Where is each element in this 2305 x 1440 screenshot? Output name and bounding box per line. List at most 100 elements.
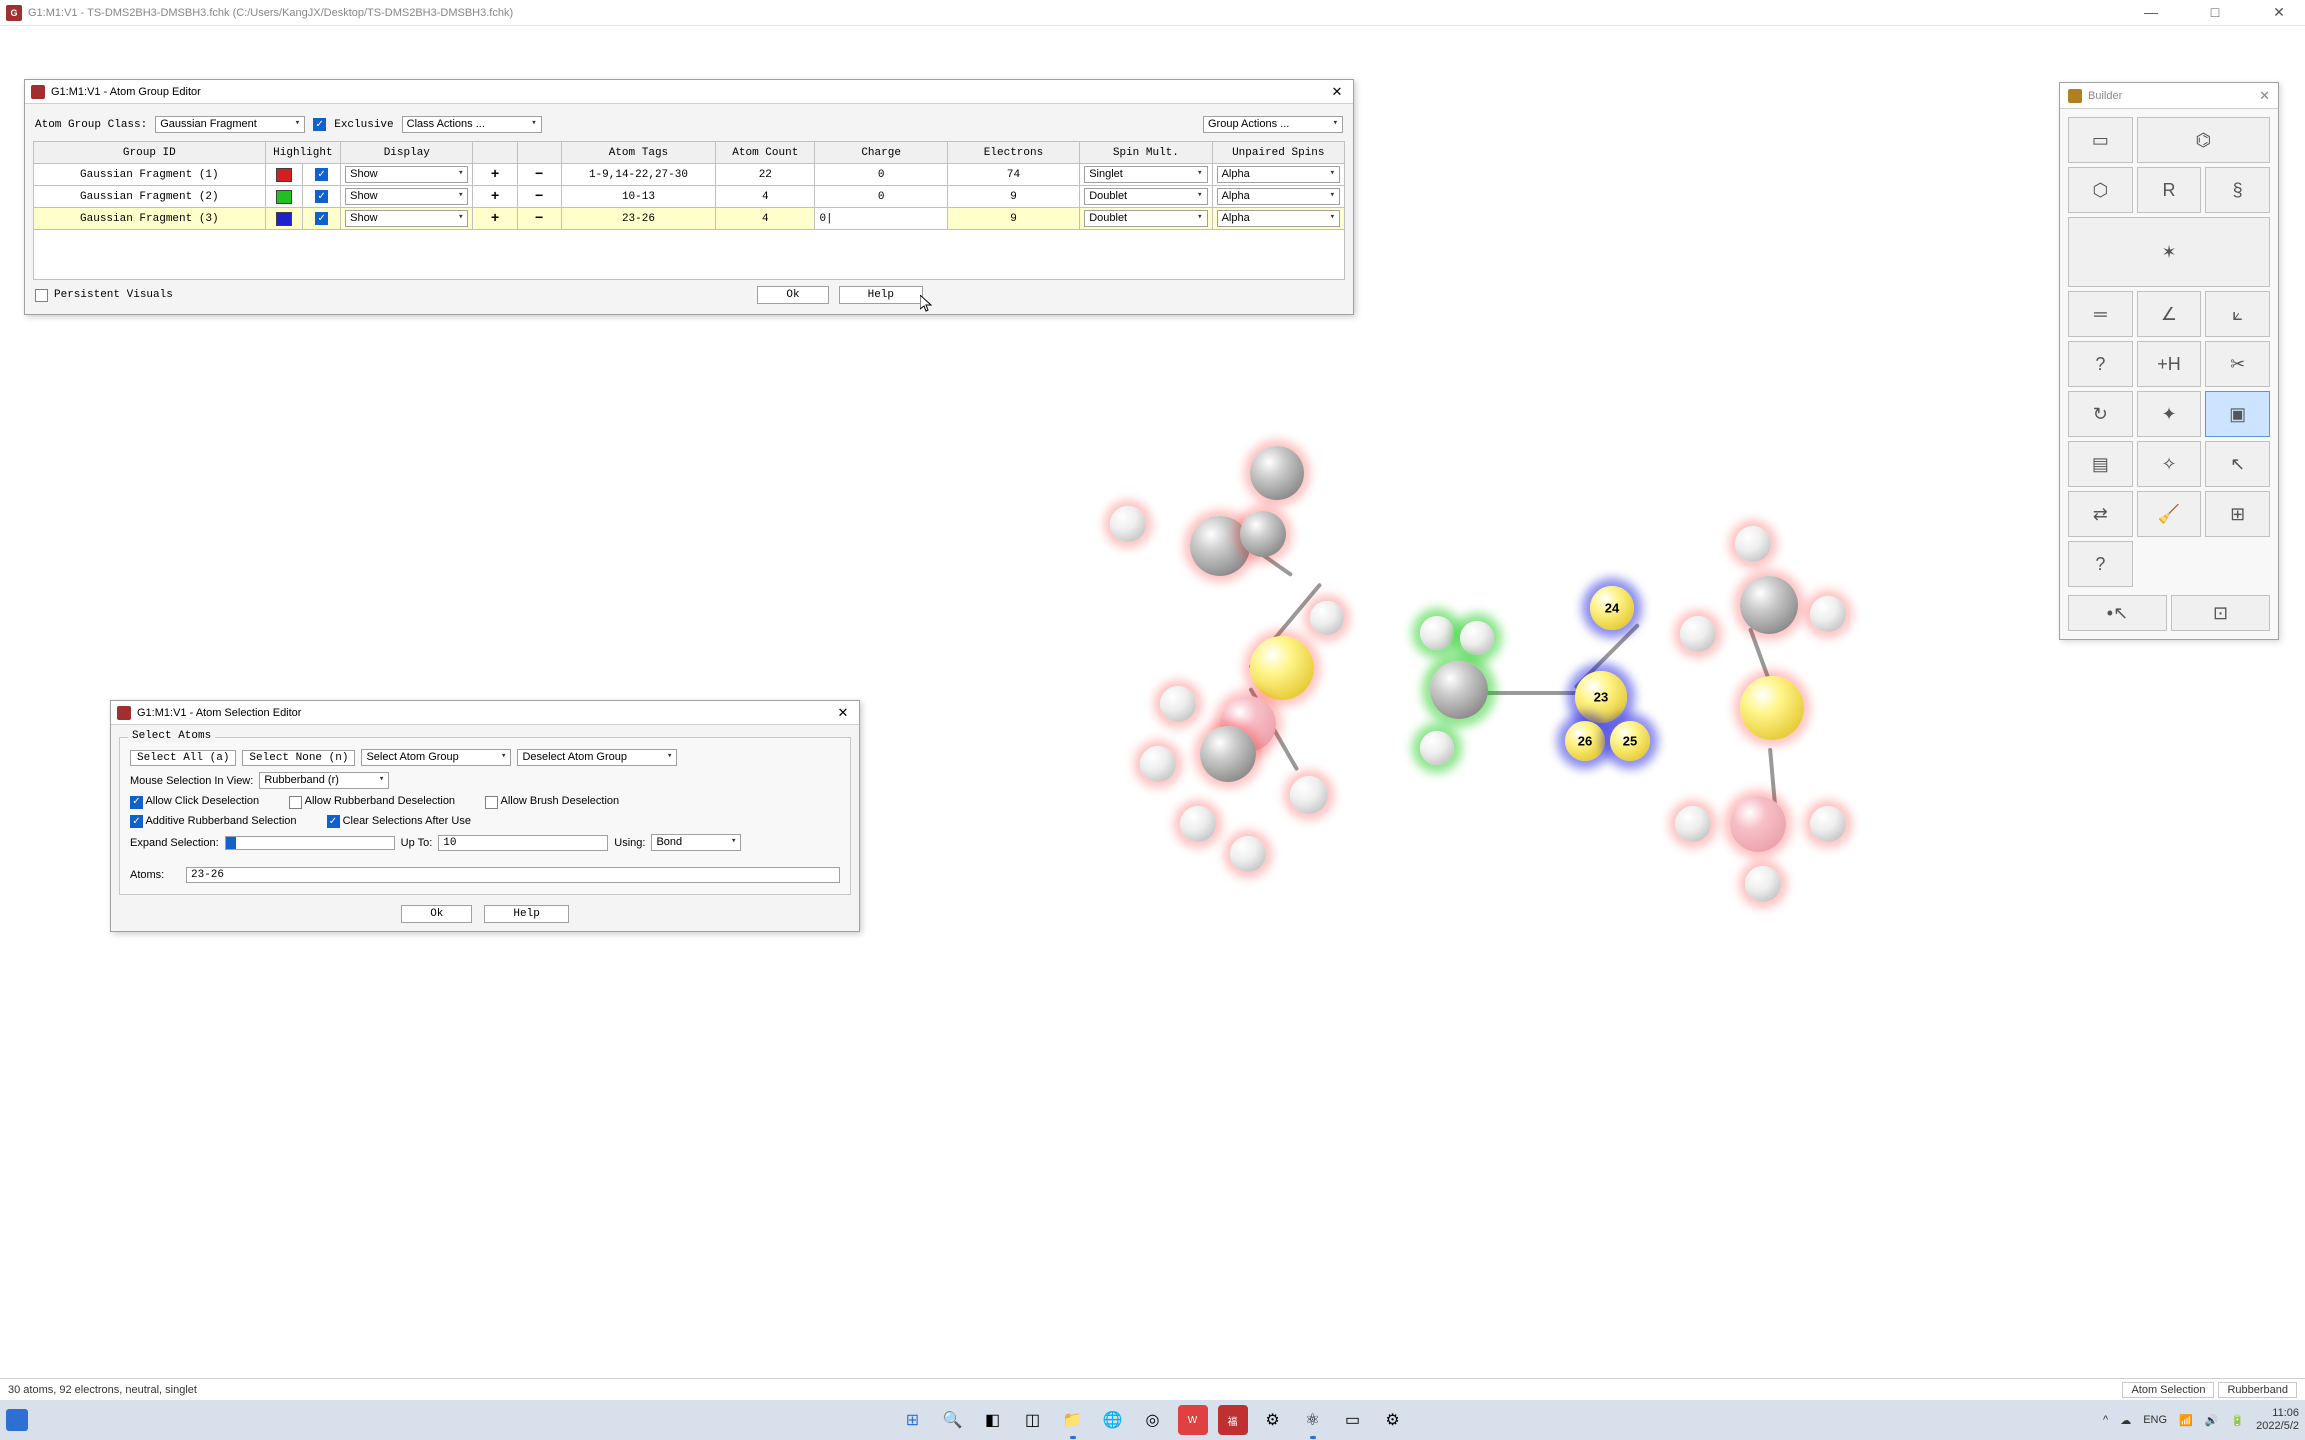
place-mode2-icon[interactable]: ⊡ [2171, 595, 2270, 631]
symmetrize-tool-icon[interactable]: ✧ [2137, 441, 2202, 487]
atom[interactable] [1810, 596, 1846, 632]
atom[interactable] [1740, 676, 1804, 740]
atom[interactable] [1160, 686, 1196, 722]
spin-select[interactable]: Doublet [1084, 210, 1207, 227]
atom[interactable] [1420, 616, 1454, 650]
add-button[interactable]: + [473, 208, 517, 230]
highlight-color[interactable] [276, 212, 292, 226]
atom[interactable] [1110, 506, 1146, 542]
atoms-input[interactable]: 23-26 [186, 867, 840, 883]
col-charge[interactable]: Charge [815, 142, 947, 164]
deselect-group-dropdown[interactable]: Deselect Atom Group [517, 749, 677, 766]
atom[interactable] [1680, 616, 1716, 652]
allow-click-checkbox[interactable]: ✓ [130, 796, 143, 809]
atom[interactable] [1430, 661, 1488, 719]
col-display[interactable]: Display [341, 142, 473, 164]
expand-slider[interactable] [225, 836, 395, 850]
element-tool-icon[interactable]: ⬡ [2068, 167, 2133, 213]
dihedral-tool-icon[interactable]: ⟀ [2205, 291, 2270, 337]
ring-tool-icon[interactable]: ⌬ [2137, 117, 2270, 163]
add-button[interactable]: + [473, 164, 517, 186]
class-actions-select[interactable]: Class Actions ... [402, 116, 542, 133]
exclusive-checkbox[interactable]: ✓ [313, 118, 326, 131]
remove-button[interactable]: − [517, 186, 561, 208]
highlight-color[interactable] [276, 168, 292, 182]
taskview-icon[interactable]: ◧ [978, 1405, 1008, 1435]
table-row[interactable]: Gaussian Fragment (3) ✓ Show + − 23-26 4… [34, 208, 1345, 230]
col-atomtags[interactable]: Atom Tags [561, 142, 715, 164]
col-highlight[interactable]: Highlight [265, 142, 340, 164]
close-icon[interactable]: ✕ [1327, 84, 1347, 100]
col-unpaired[interactable]: Unpaired Spins [1212, 142, 1344, 164]
gaussview-icon[interactable]: ⚛ [1298, 1405, 1328, 1435]
ok-button[interactable]: Ok [757, 286, 828, 304]
battery-icon[interactable]: 🔋 [2230, 1414, 2244, 1427]
unpaired-select[interactable]: Alpha [1217, 188, 1340, 205]
ase-titlebar[interactable]: G1:M1:V1 - Atom Selection Editor ✕ [111, 701, 859, 725]
unpaired-select[interactable]: Alpha [1217, 210, 1340, 227]
app-icon[interactable]: ⚙ [1378, 1405, 1408, 1435]
using-select[interactable]: Bond [651, 834, 741, 851]
display-select[interactable]: Show [345, 210, 468, 227]
remove-button[interactable]: − [517, 208, 561, 230]
unpaired-select[interactable]: Alpha [1217, 166, 1340, 183]
app-icon[interactable]: ⚙ [1258, 1405, 1288, 1435]
select-click-tool-icon[interactable]: ↖ [2205, 441, 2270, 487]
clock[interactable]: 11:06 2022/5/2 [2256, 1407, 2299, 1433]
ok-button[interactable]: Ok [401, 905, 472, 923]
chrome-icon[interactable]: ◎ [1138, 1405, 1168, 1435]
clear-after-checkbox[interactable]: ✓ [327, 815, 340, 828]
angle-tool-icon[interactable]: ∠ [2137, 291, 2202, 337]
class-select[interactable]: Gaussian Fragment [155, 116, 305, 133]
table-row[interactable]: Gaussian Fragment (2) ✓ Show + − 10-13 4… [34, 186, 1345, 208]
select-group-dropdown[interactable]: Select Atom Group [361, 749, 511, 766]
edge-icon[interactable]: 🌐 [1098, 1405, 1128, 1435]
atom[interactable] [1735, 526, 1771, 562]
col-atomcount[interactable]: Atom Count [716, 142, 815, 164]
minimize-button[interactable]: — [2131, 4, 2171, 21]
start-button[interactable] [6, 1409, 28, 1431]
wifi-icon[interactable]: 📶 [2179, 1414, 2193, 1427]
highlight-checkbox[interactable]: ✓ [315, 168, 328, 181]
atom[interactable] [1250, 446, 1304, 500]
group-actions-select[interactable]: Group Actions ... [1203, 116, 1343, 133]
close-icon[interactable]: ✕ [2259, 88, 2270, 104]
volume-icon[interactable]: 🔊 [2205, 1414, 2219, 1427]
close-button[interactable]: ✕ [2259, 4, 2299, 21]
atom-23[interactable]: 23 [1575, 671, 1627, 723]
addh-tool-icon[interactable]: +H [2137, 341, 2202, 387]
molecule-view[interactable]: 24 23 26 25 [1050, 386, 2050, 986]
atom[interactable] [1180, 806, 1216, 842]
help-button[interactable]: Help [839, 286, 923, 304]
add-button[interactable]: + [473, 186, 517, 208]
atom[interactable] [1810, 806, 1846, 842]
col-electrons[interactable]: Electrons [947, 142, 1079, 164]
additive-checkbox[interactable]: ✓ [130, 815, 143, 828]
builder-titlebar[interactable]: Builder ✕ [2060, 83, 2278, 109]
atom[interactable] [1200, 726, 1256, 782]
atom[interactable] [1290, 776, 1328, 814]
atom[interactable] [1730, 796, 1786, 852]
select-rect-tool-icon[interactable]: ▣ [2205, 391, 2270, 437]
help-tool-icon[interactable]: ? [2068, 541, 2133, 587]
onedrive-icon[interactable]: ☁ [2120, 1414, 2131, 1427]
inquire-tool-icon[interactable]: ? [2068, 341, 2133, 387]
notebook-tool-icon[interactable]: ▤ [2068, 441, 2133, 487]
widgets-icon[interactable]: ◫ [1018, 1405, 1048, 1435]
atom-24[interactable]: 24 [1590, 586, 1634, 630]
table-row[interactable]: Gaussian Fragment (1) ✓ Show + − 1-9,14-… [34, 164, 1345, 186]
charge-input[interactable]: 0| [815, 208, 947, 230]
col-groupid[interactable]: Group ID [34, 142, 266, 164]
display-select[interactable]: Show [345, 166, 468, 183]
atom[interactable] [1740, 576, 1798, 634]
age-titlebar[interactable]: G1:M1:V1 - Atom Group Editor ✕ [25, 80, 1353, 104]
atom[interactable] [1460, 621, 1494, 655]
atom[interactable] [1250, 636, 1314, 700]
maximize-button[interactable]: □ [2195, 4, 2235, 21]
atom[interactable] [1745, 866, 1781, 902]
highlight-checkbox[interactable]: ✓ [315, 190, 328, 203]
atom[interactable] [1140, 746, 1176, 782]
persistent-checkbox[interactable]: ✓ [35, 289, 48, 302]
atom-25[interactable]: 25 [1610, 721, 1650, 761]
atom[interactable] [1310, 601, 1344, 635]
